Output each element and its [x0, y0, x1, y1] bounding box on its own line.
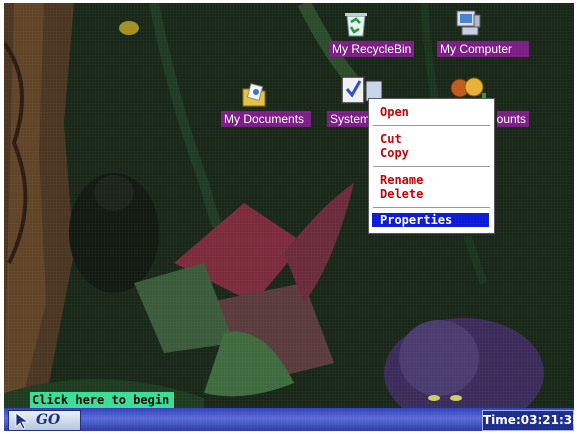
start-hint[interactable]: Click here to begin: [30, 392, 174, 408]
context-menu: Open Cut Copy Rename Delete Properties: [368, 98, 495, 234]
menu-separator: [373, 207, 490, 211]
taskbar: GO Time:03:21:35: [4, 408, 574, 431]
folder-icon: [242, 83, 266, 107]
menu-item-delete[interactable]: Delete: [380, 187, 423, 201]
menu-separator: [373, 125, 490, 129]
menu-item-copy[interactable]: Copy: [380, 146, 409, 160]
menu-separator: [373, 166, 490, 170]
menu-item-rename[interactable]: Rename: [380, 173, 423, 187]
menu-item-properties[interactable]: Properties: [372, 213, 489, 227]
recycle-bin-icon: [345, 13, 367, 37]
start-label: GO: [36, 412, 61, 428]
desktop: My RecycleBin My Computer My Documents S…: [4, 3, 574, 431]
icon-label: System: [327, 111, 371, 127]
cursor-arrow-icon: [15, 412, 30, 430]
start-button[interactable]: GO: [8, 410, 81, 431]
clock: Time:03:21:35: [482, 410, 574, 431]
icon-label: My Computer: [437, 41, 529, 57]
icon-label: My Documents: [221, 111, 311, 127]
menu-item-cut[interactable]: Cut: [380, 132, 402, 146]
icon-label: My RecycleBin: [329, 41, 415, 57]
icon-label: Accounts: [490, 111, 529, 127]
computer-icon: [456, 10, 481, 36]
menu-item-open[interactable]: Open: [380, 105, 409, 119]
